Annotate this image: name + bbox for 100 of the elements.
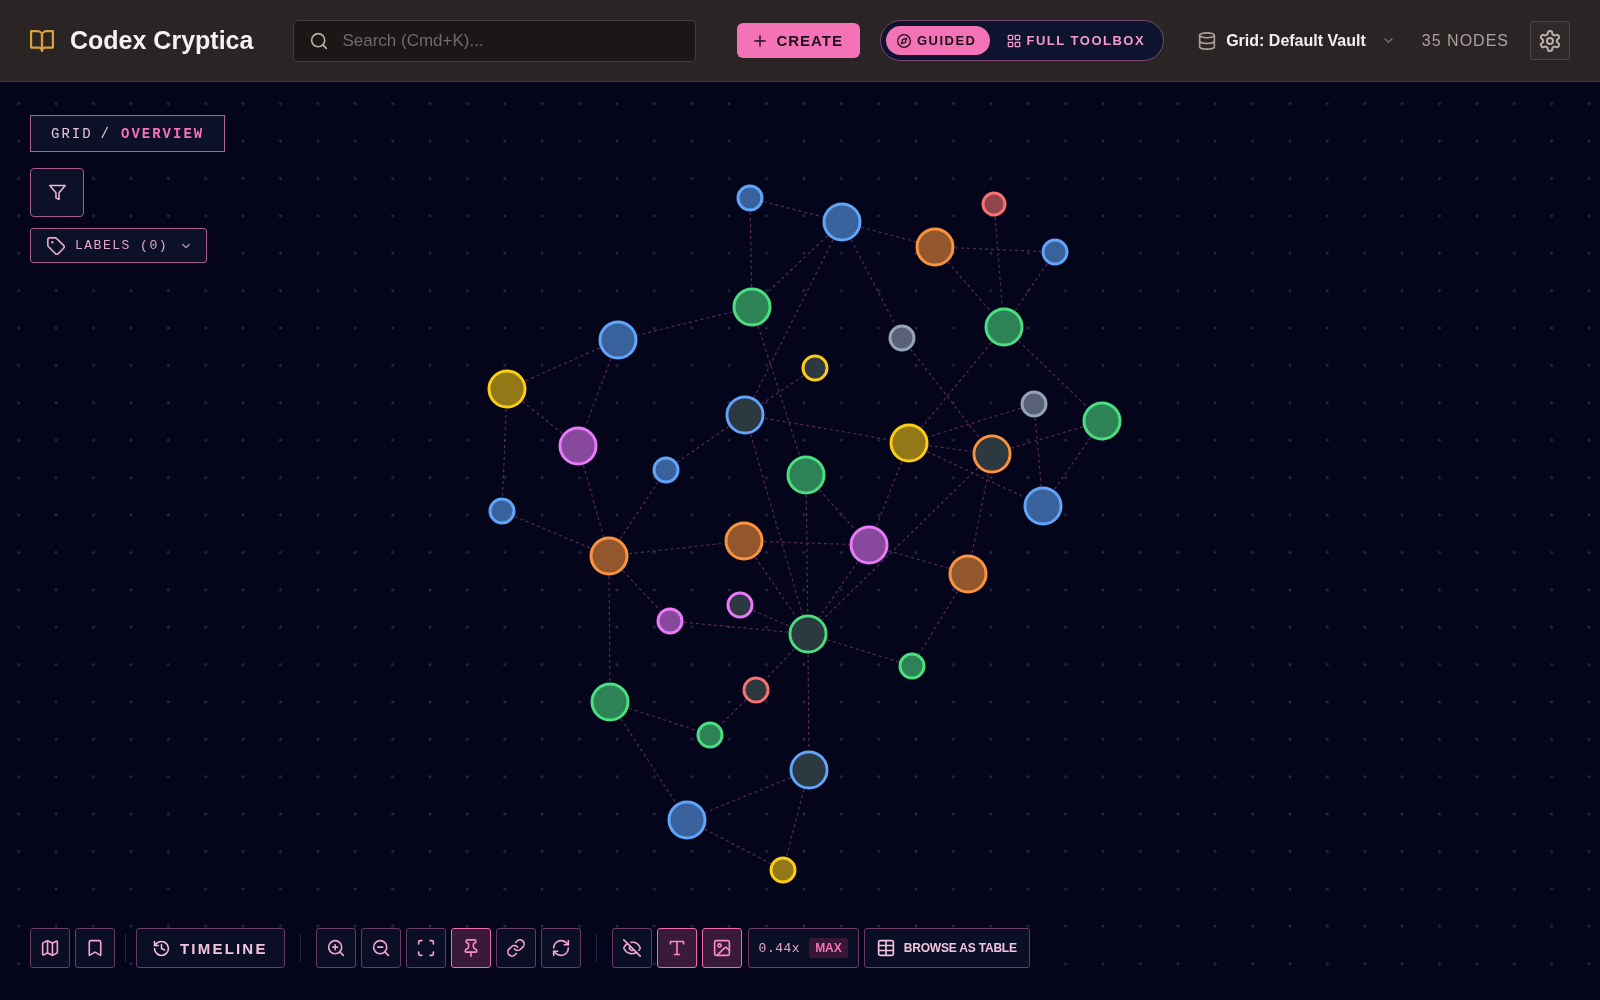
link-icon [506,939,525,957]
zoom-in-button[interactable] [315,928,356,968]
graph-node[interactable] [948,554,988,594]
settings-button[interactable] [1530,21,1570,60]
edge-line [619,481,659,540]
bookmark-button[interactable] [75,928,115,968]
timeline-button[interactable]: TIMELINE [136,928,285,968]
filter-button[interactable] [30,168,84,217]
graph-node[interactable] [590,682,630,722]
grid-icon [1006,33,1021,48]
eye-off-icon [622,939,641,957]
graph-node[interactable] [789,750,829,790]
graph-node[interactable] [786,455,826,495]
graph-node[interactable] [1041,238,1069,266]
graph-node[interactable] [915,227,955,267]
labels-dropdown[interactable]: LABELS (0) [30,228,207,263]
edge-line [704,828,772,865]
edge-line [522,400,563,435]
edge-line [764,648,795,681]
graph-node[interactable] [769,856,797,884]
graph-node[interactable] [558,426,598,466]
graph-node[interactable] [849,525,889,565]
breadcrumb-current: OVERVIEW [121,125,205,142]
graph-node[interactable] [742,676,770,704]
book-icon [30,28,54,53]
browse-table-button[interactable]: BROWSE AS TABLE [863,928,1030,968]
photo-placeholder [975,437,1009,471]
filter-icon [48,184,66,201]
photo-placeholder [728,398,762,432]
graph-node[interactable] [726,591,754,619]
graph-node[interactable] [972,434,1012,474]
graph-node[interactable] [589,536,629,576]
map-icon [41,939,59,957]
visibility-toggle[interactable] [611,928,652,968]
corners-icon [416,939,435,957]
create-button[interactable]: CREATE [737,23,860,58]
graph-node[interactable] [1082,401,1122,441]
refresh-button[interactable] [540,928,581,968]
bookmark-icon [86,939,104,957]
search-input[interactable]: Search (Cmd+K)... [342,28,682,53]
graph-node[interactable] [788,614,828,654]
search-icon [310,31,329,50]
image-icon [712,939,731,957]
map-button[interactable] [30,928,70,968]
graph-node[interactable] [487,369,527,409]
pin-icon [461,939,480,957]
zoom-in-icon [326,939,345,957]
graph-node[interactable] [736,184,764,212]
graph-node[interactable] [1020,390,1048,418]
compass-icon [896,33,911,48]
node-count: 35 NODES [1421,31,1509,50]
mode-tab[interactable]: GUIDED [885,26,990,55]
graph-node[interactable] [981,191,1007,217]
images-toggle[interactable] [701,928,742,968]
graph-node[interactable] [667,800,707,840]
zoom-out-icon [371,939,390,957]
graph-node[interactable] [888,324,916,352]
zoom-out-button[interactable] [360,928,401,968]
zoom-level: 0.44x [758,940,801,956]
graph-node[interactable] [724,521,764,561]
link-button[interactable] [495,928,536,968]
fit-view-button[interactable] [405,928,446,968]
edge-line [622,570,661,612]
search-field[interactable]: Search (Cmd+K)... [293,19,697,62]
app-title: Codex Cryptica [70,26,254,55]
photo-placeholder [792,753,826,787]
plus-icon [752,32,769,49]
vault-selector[interactable]: Grid: Default Vault [1198,31,1395,50]
breadcrumb-link[interactable]: GRID [51,125,93,142]
settings-icon [1539,29,1561,52]
pin-button[interactable] [450,928,491,968]
graph-node[interactable] [889,423,929,463]
graph-node[interactable] [732,287,772,327]
text-icon [667,939,686,957]
max-badge: MAX [809,938,848,958]
tag-icon [47,236,65,255]
edge-line [676,425,730,463]
text-labels-toggle[interactable] [656,928,697,968]
table-icon [876,939,895,957]
graph-node[interactable] [1023,486,1063,526]
graph-node[interactable] [822,202,862,242]
graph-node[interactable] [801,354,829,382]
edge-line [1014,262,1048,312]
graph-node[interactable] [488,497,516,525]
photo-placeholder [791,617,825,651]
history-icon [153,939,170,957]
edge-line [719,699,747,726]
graph-node[interactable] [656,607,684,635]
edge-line [762,200,824,218]
graph-node[interactable] [652,456,680,484]
breadcrumb-separator: / [100,125,111,142]
graph-node[interactable] [984,307,1024,347]
graph-node[interactable] [598,320,638,360]
graph-node[interactable] [696,721,724,749]
mode-tab[interactable]: FULL TOOLBOX [995,26,1159,55]
graph-node[interactable] [725,395,765,435]
photo-placeholder [745,679,767,701]
refresh-icon [551,939,570,957]
graph-node[interactable] [898,652,926,680]
photo-placeholder [729,594,751,616]
